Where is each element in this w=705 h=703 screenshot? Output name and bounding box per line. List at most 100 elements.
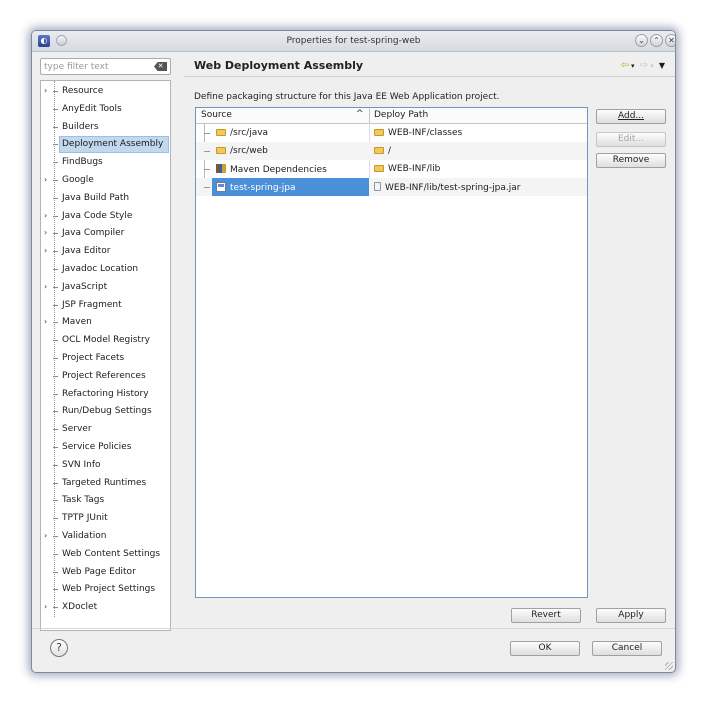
tree-item[interactable]: Builders	[41, 119, 170, 136]
table-row[interactable]: /src/web /	[196, 142, 587, 160]
expand-arrow-icon[interactable]: ›	[44, 211, 50, 220]
tree-item-label: SVN Info	[62, 459, 101, 470]
tree-item[interactable]: Project Facets	[41, 350, 170, 367]
help-icon[interactable]: ?	[50, 639, 68, 657]
tree-item[interactable]: › Resource	[41, 83, 170, 100]
window-title: Properties for test-spring-web	[286, 36, 421, 46]
table-row[interactable]: Maven Dependencies WEB-INF/lib	[196, 160, 587, 178]
tree-item[interactable]: › JavaScript	[41, 279, 170, 296]
column-deploy-path[interactable]: Deploy Path	[374, 110, 428, 120]
tree-connector	[53, 447, 58, 448]
tree-item[interactable]: Web Project Settings	[41, 581, 170, 598]
tree-item[interactable]: › Java Editor	[41, 243, 170, 260]
forward-arrow-icon[interactable]: ⇨	[640, 60, 648, 71]
expand-arrow-icon[interactable]: ›	[44, 282, 50, 291]
source-cell: test-spring-jpa	[216, 182, 296, 193]
clear-icon[interactable]: ✕	[154, 62, 167, 71]
revert-button[interactable]: Revert	[511, 608, 581, 623]
tree-item[interactable]: Deployment Assembly	[41, 136, 170, 154]
tree-item-label: XDoclet	[62, 602, 98, 613]
dropdown-icon[interactable]: ▾	[631, 62, 635, 70]
close-icon[interactable]: ✕	[665, 34, 675, 47]
tree-connector	[53, 411, 58, 413]
page-nav: ⇦ ▾ ⇨ ▾ ▼	[619, 60, 665, 71]
property-tree[interactable]: › Resource AnyEdit Tools Builders Deployment…	[40, 80, 171, 631]
tree-connector	[53, 162, 58, 164]
expand-arrow-icon[interactable]: ›	[44, 228, 50, 237]
source-cell: Maven Dependencies	[216, 164, 327, 175]
tree-item[interactable]: FindBugs	[41, 154, 170, 171]
heading-divider	[184, 76, 675, 77]
minimize-icon[interactable]: ⌄	[635, 34, 648, 47]
sort-ascending-icon[interactable]: ^	[356, 109, 364, 119]
jar-icon	[374, 182, 381, 191]
tree-item[interactable]: › Maven	[41, 314, 170, 331]
tree-item[interactable]: › Validation	[41, 528, 170, 545]
tree-item[interactable]: JSP Fragment	[41, 297, 170, 314]
tree-connector	[53, 464, 58, 466]
edit-label: Edit...	[617, 134, 644, 144]
tree-connector	[53, 215, 58, 217]
source-text: test-spring-jpa	[230, 183, 296, 193]
expand-arrow-icon[interactable]: ›	[44, 317, 50, 326]
tree-item-label: AnyEdit Tools	[62, 103, 122, 114]
tree-item[interactable]: Java Build Path	[41, 190, 170, 207]
tree-item[interactable]: › Java Compiler	[41, 225, 170, 242]
apply-button[interactable]: Apply	[596, 608, 666, 623]
tree-connector	[53, 536, 58, 537]
filter-input[interactable]	[44, 60, 144, 73]
source-text: /src/java	[230, 128, 269, 138]
maximize-icon[interactable]: ⌃	[650, 34, 663, 47]
tree-connector	[53, 144, 58, 146]
expand-arrow-icon[interactable]: ›	[44, 175, 50, 184]
tree-item[interactable]: › Java Code Style	[41, 208, 170, 225]
tree-item[interactable]: Service Policies	[41, 439, 170, 456]
menu-icon[interactable]: ▼	[659, 61, 665, 70]
remove-button[interactable]: Remove	[596, 153, 666, 168]
folder-icon	[216, 129, 226, 136]
table-row[interactable]: /src/java WEB-INF/classes	[196, 124, 587, 142]
table-row[interactable]: test-spring-jpa WEB-INF/lib/test-spring-…	[196, 178, 587, 196]
assembly-table[interactable]: Source ^ Deploy Path /src/java WEB-INF/c…	[195, 107, 588, 598]
column-source[interactable]: Source	[201, 110, 232, 120]
dropdown-icon[interactable]: ▾	[650, 62, 654, 70]
tree-item[interactable]: Targeted Runtimes	[41, 475, 170, 492]
tree-item[interactable]: SVN Info	[41, 457, 170, 474]
ok-label: OK	[538, 643, 552, 653]
tree-item-label: Web Content Settings	[62, 548, 161, 559]
tree-item[interactable]: Web Content Settings	[41, 546, 170, 563]
tree-item[interactable]: OCL Model Registry	[41, 332, 170, 349]
source-text: /src/web	[230, 146, 268, 156]
column-divider[interactable]	[369, 108, 370, 123]
tree-item[interactable]: Javadoc Location	[41, 261, 170, 278]
tree-item[interactable]: Project References	[41, 368, 170, 385]
filter-field[interactable]: ✕	[40, 58, 171, 75]
resize-grip[interactable]	[665, 662, 673, 670]
tree-connector	[53, 91, 58, 92]
tree-item[interactable]: Server	[41, 421, 170, 438]
expand-arrow-icon[interactable]: ›	[44, 602, 50, 611]
table-header: Source ^ Deploy Path	[196, 108, 587, 124]
tree-item[interactable]: Task Tags	[41, 492, 170, 509]
back-arrow-icon[interactable]: ⇦	[621, 60, 629, 71]
tree-item-label: FindBugs	[62, 157, 103, 168]
tree-item[interactable]: Web Page Editor	[41, 564, 170, 581]
tree-item-label: Deployment Assembly	[62, 139, 164, 150]
expand-arrow-icon[interactable]: ›	[44, 86, 50, 95]
deploy-text: WEB-INF/lib/test-spring-jpa.jar	[385, 183, 521, 193]
cancel-button[interactable]: Cancel	[592, 641, 662, 656]
expand-arrow-icon[interactable]: ›	[44, 531, 50, 540]
tree-item[interactable]: › Google	[41, 172, 170, 189]
tree-item-label: Service Policies	[62, 442, 132, 452]
ok-button[interactable]: OK	[510, 641, 580, 656]
expand-arrow-icon[interactable]: ›	[44, 246, 50, 255]
tree-item[interactable]: › XDoclet	[41, 599, 170, 616]
tree-item[interactable]: Run/Debug Settings	[41, 403, 170, 420]
tree-item[interactable]: AnyEdit Tools	[41, 101, 170, 118]
title-bar[interactable]: ◐ Properties for test-spring-web ⌄ ⌃ ✕	[32, 31, 675, 52]
tree-item[interactable]: Refactoring History	[41, 386, 170, 403]
edit-button[interactable]: Edit...	[596, 132, 666, 147]
add-button[interactable]: Add...	[596, 109, 666, 124]
tree-connector	[53, 108, 58, 110]
tree-item[interactable]: TPTP JUnit	[41, 510, 170, 527]
